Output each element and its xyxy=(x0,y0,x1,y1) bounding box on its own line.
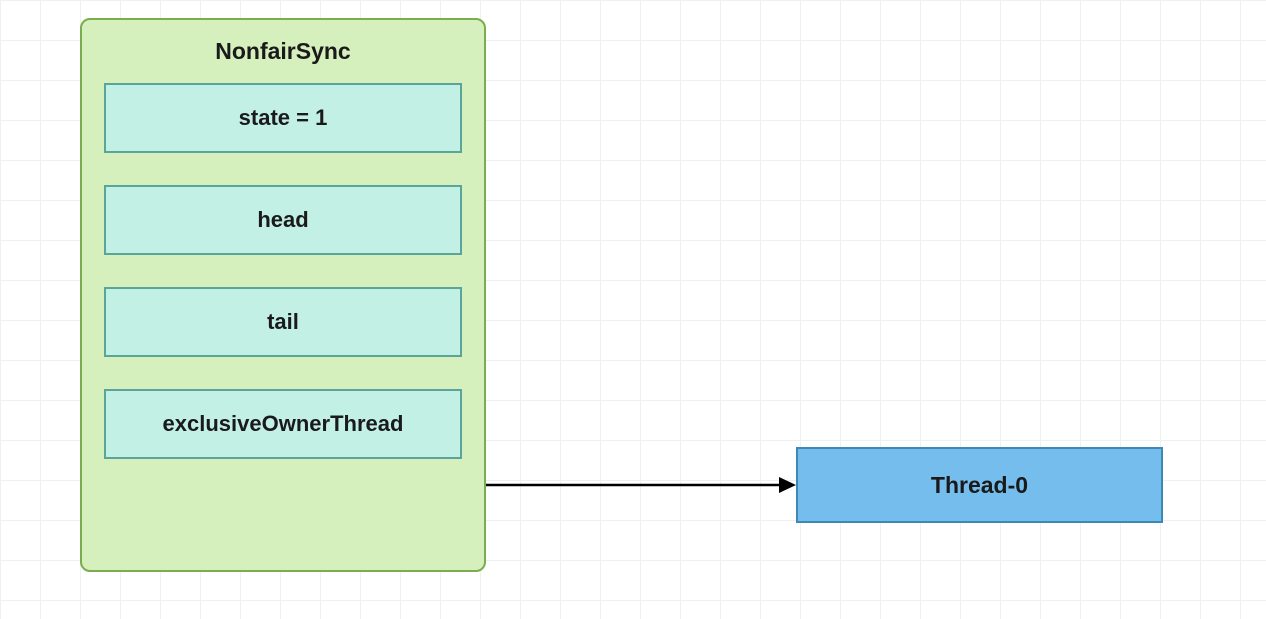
sync-title: NonfairSync xyxy=(104,38,462,65)
thread-box: Thread-0 xyxy=(796,447,1163,523)
nonfair-sync-box: NonfairSync state = 1 head tail exclusiv… xyxy=(80,18,486,572)
field-head: head xyxy=(104,185,462,255)
field-tail: tail xyxy=(104,287,462,357)
field-exclusive-owner-thread: exclusiveOwnerThread xyxy=(104,389,462,459)
field-state: state = 1 xyxy=(104,83,462,153)
arrow-owner-to-thread xyxy=(486,470,806,500)
